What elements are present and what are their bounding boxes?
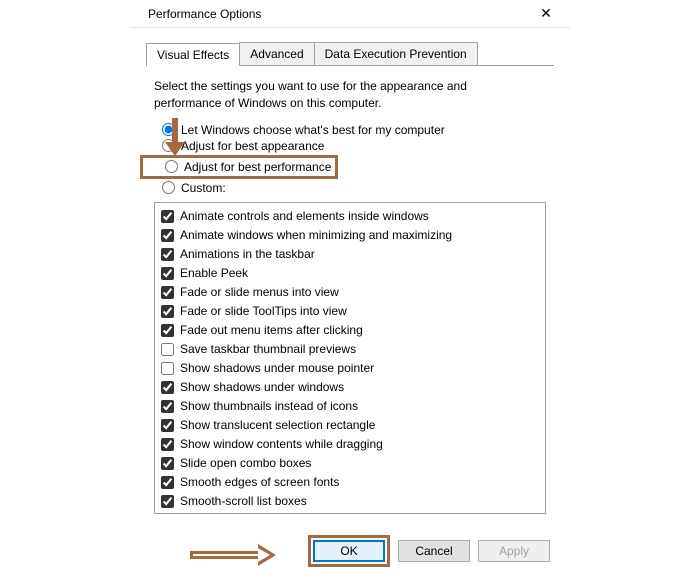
effect-label: Enable Peek (180, 264, 248, 283)
effect-label: Smooth edges of screen fonts (180, 473, 339, 492)
radio-input[interactable] (162, 181, 175, 194)
effect-item[interactable]: Show thumbnails instead of icons (161, 397, 539, 416)
ok-button[interactable]: OK (313, 540, 385, 562)
effect-label: Show window contents while dragging (180, 435, 383, 454)
radio-label: Adjust for best performance (184, 160, 331, 174)
effect-item[interactable]: Slide open combo boxes (161, 454, 539, 473)
effect-checkbox[interactable] (161, 495, 174, 508)
radio-option[interactable]: Adjust for best appearance (162, 138, 546, 154)
effect-item[interactable]: Smooth edges of screen fonts (161, 473, 539, 492)
content-area: Visual Effects Advanced Data Execution P… (130, 28, 570, 522)
apply-button[interactable]: Apply (478, 540, 550, 562)
effect-checkbox[interactable] (161, 381, 174, 394)
effect-item[interactable]: Show shadows under windows (161, 378, 539, 397)
radio-option[interactable]: Custom: (162, 180, 546, 196)
effect-checkbox[interactable] (161, 419, 174, 432)
effect-label: Save taskbar thumbnail previews (180, 340, 356, 359)
effect-checkbox[interactable] (161, 343, 174, 356)
annotation-ok-highlight: OK (308, 535, 390, 567)
effect-item[interactable]: Animate controls and elements inside win… (161, 207, 539, 226)
effect-checkbox[interactable] (161, 438, 174, 451)
effect-label: Fade or slide menus into view (180, 283, 339, 302)
effect-item[interactable]: Fade or slide ToolTips into view (161, 302, 539, 321)
radio-label: Custom: (181, 181, 226, 195)
close-button[interactable]: ✕ (526, 0, 566, 27)
effect-item[interactable]: Animate windows when minimizing and maxi… (161, 226, 539, 245)
effect-label: Use drop shadows for icon labels on the … (180, 511, 439, 514)
effect-checkbox[interactable] (161, 210, 174, 223)
close-icon: ✕ (540, 5, 552, 22)
radio-input[interactable] (162, 139, 175, 152)
effect-checkbox[interactable] (161, 305, 174, 318)
effect-checkbox[interactable] (161, 324, 174, 337)
effect-item[interactable]: Use drop shadows for icon labels on the … (161, 511, 539, 514)
effect-item[interactable]: Fade out menu items after clicking (161, 321, 539, 340)
tab-dep[interactable]: Data Execution Prevention (314, 42, 478, 65)
radio-option[interactable]: Adjust for best performance (162, 154, 546, 180)
dialog-footer: OK Cancel Apply (308, 535, 550, 567)
effect-item[interactable]: Fade or slide menus into view (161, 283, 539, 302)
effect-label: Fade out menu items after clicking (180, 321, 363, 340)
effect-item[interactable]: Enable Peek (161, 264, 539, 283)
window-title: Performance Options (148, 7, 261, 21)
radio-label: Adjust for best appearance (181, 139, 324, 153)
effect-label: Animate controls and elements inside win… (180, 207, 429, 226)
effect-item[interactable]: Show window contents while dragging (161, 435, 539, 454)
effect-label: Show shadows under mouse pointer (180, 359, 374, 378)
effect-item[interactable]: Smooth-scroll list boxes (161, 492, 539, 511)
radio-label: Let Windows choose what's best for my co… (181, 123, 445, 137)
effect-label: Fade or slide ToolTips into view (180, 302, 347, 321)
annotation-radio-highlight: Adjust for best performance (140, 155, 338, 179)
radio-input[interactable] (165, 160, 178, 173)
effect-checkbox[interactable] (161, 400, 174, 413)
cancel-button[interactable]: Cancel (398, 540, 470, 562)
effect-checkbox[interactable] (161, 476, 174, 489)
effect-label: Smooth-scroll list boxes (180, 492, 307, 511)
radio-option[interactable]: Let Windows choose what's best for my co… (162, 122, 546, 138)
effect-item[interactable]: Save taskbar thumbnail previews (161, 340, 539, 359)
effect-item[interactable]: Show shadows under mouse pointer (161, 359, 539, 378)
effect-checkbox[interactable] (161, 229, 174, 242)
effect-item[interactable]: Show translucent selection rectangle (161, 416, 539, 435)
effect-label: Show shadows under windows (180, 378, 344, 397)
effect-checkbox[interactable] (161, 248, 174, 261)
effect-label: Animate windows when minimizing and maxi… (180, 226, 452, 245)
effect-checkbox[interactable] (161, 267, 174, 280)
radio-input[interactable] (162, 123, 175, 136)
effects-checklist[interactable]: Animate controls and elements inside win… (154, 202, 546, 514)
radio-group: Let Windows choose what's best for my co… (154, 122, 546, 196)
instruction-text: Select the settings you want to use for … (154, 78, 524, 112)
effect-checkbox[interactable] (161, 457, 174, 470)
effect-label: Slide open combo boxes (180, 454, 311, 473)
effect-label: Show thumbnails instead of icons (180, 397, 358, 416)
dialog-window: Performance Options ✕ Visual Effects Adv… (0, 0, 700, 579)
effect-checkbox[interactable] (161, 286, 174, 299)
effect-label: Animations in the taskbar (180, 245, 315, 264)
annotation-arrow-right (190, 545, 280, 565)
tab-visual-effects[interactable]: Visual Effects (146, 43, 240, 66)
visual-effects-panel: Select the settings you want to use for … (146, 66, 554, 522)
tab-strip: Visual Effects Advanced Data Execution P… (146, 42, 554, 66)
effect-item[interactable]: Animations in the taskbar (161, 245, 539, 264)
titlebar: Performance Options ✕ (130, 0, 570, 28)
tab-advanced[interactable]: Advanced (239, 42, 314, 65)
effect-label: Show translucent selection rectangle (180, 416, 375, 435)
effect-checkbox[interactable] (161, 362, 174, 375)
